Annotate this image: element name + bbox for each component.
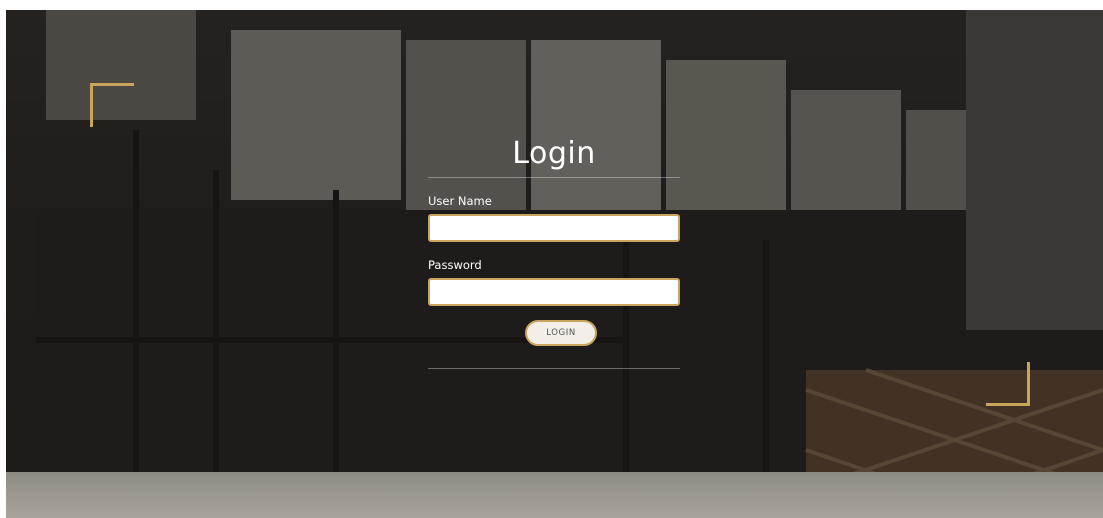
corner-bracket-top-left	[90, 83, 134, 127]
divider	[428, 177, 680, 178]
login-form: Login User Name Password LOGIN	[428, 130, 680, 370]
corner-bracket-bottom-right	[986, 362, 1030, 406]
password-label: Password	[428, 258, 482, 272]
username-label: User Name	[428, 194, 492, 208]
password-input[interactable]	[428, 278, 680, 306]
background-street-strip	[6, 472, 1103, 518]
login-title: Login	[512, 136, 596, 171]
login-button[interactable]: LOGIN	[525, 320, 597, 346]
divider	[428, 368, 680, 369]
username-input[interactable]	[428, 214, 680, 242]
